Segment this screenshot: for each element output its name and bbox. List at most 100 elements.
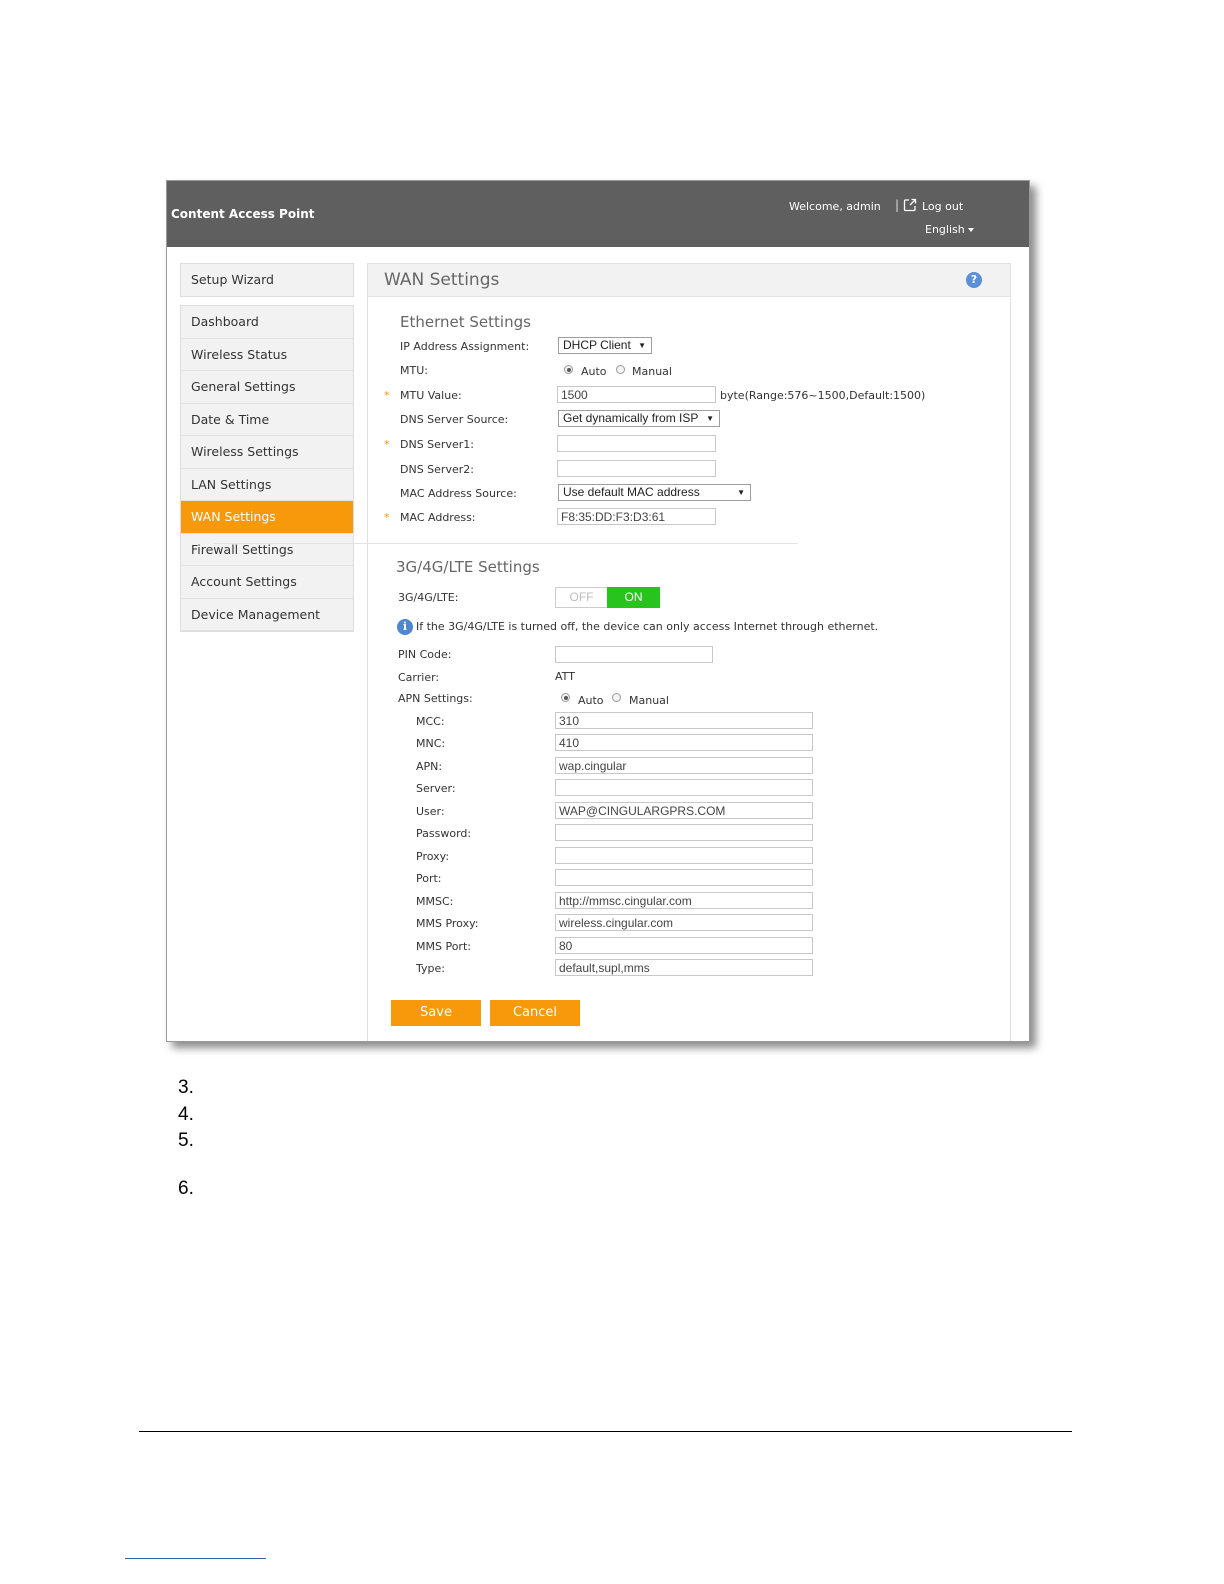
- mtu-label: MTU:: [400, 364, 428, 377]
- dns-server1-input[interactable]: [557, 435, 716, 452]
- step-number: 4.: [178, 1104, 194, 1125]
- welcome-text: Welcome, admin: [789, 200, 881, 213]
- proxy-input[interactable]: [555, 847, 813, 864]
- dropdown-arrow-icon: ▼: [638, 341, 646, 350]
- user-label: User:: [416, 805, 445, 818]
- lte-toggle-on[interactable]: ON: [607, 587, 660, 608]
- mtu-range-hint: byte(Range:576~1500,Default:1500): [720, 389, 926, 402]
- mcc-input[interactable]: 310: [555, 712, 813, 729]
- sidebar-item-account-settings[interactable]: Account Settings: [181, 566, 353, 599]
- logout-link[interactable]: Log out: [903, 198, 963, 215]
- lte-toggle[interactable]: OFF ON: [555, 587, 660, 608]
- server-input[interactable]: [555, 779, 813, 796]
- language-selector[interactable]: English: [925, 223, 974, 236]
- mms-port-input[interactable]: 80: [555, 937, 813, 954]
- info-icon: i: [397, 619, 413, 635]
- proxy-label: Proxy:: [416, 850, 450, 863]
- sidebar-item-date-time[interactable]: Date & Time: [181, 404, 353, 436]
- sidebar-item-device-management[interactable]: Device Management: [181, 599, 353, 631]
- help-icon[interactable]: ?: [966, 272, 982, 288]
- panel-header: WAN Settings ?: [368, 264, 1010, 297]
- mac-source-label: MAC Address Source:: [400, 487, 517, 500]
- lte-toggle-off[interactable]: OFF: [555, 587, 607, 608]
- sidebar-item-general-settings[interactable]: General Settings: [181, 371, 353, 404]
- sidebar-item-wan-settings[interactable]: WAN Settings: [181, 501, 353, 534]
- section-divider: [214, 543, 798, 544]
- dns-source-value: Get dynamically from ISP: [563, 411, 699, 425]
- mcc-label: MCC:: [416, 715, 445, 728]
- sidebar-item-wireless-status[interactable]: Wireless Status: [181, 339, 353, 371]
- sidebar-item-lan-settings[interactable]: LAN Settings: [181, 469, 353, 501]
- mnc-input[interactable]: 410: [555, 734, 813, 751]
- pin-code-label: PIN Code:: [398, 648, 452, 661]
- mtu-auto-label: Auto: [581, 365, 607, 378]
- sidebar-item-firewall-settings[interactable]: Firewall Settings: [181, 534, 353, 566]
- password-input[interactable]: [555, 824, 813, 841]
- port-input[interactable]: [555, 869, 813, 886]
- logout-icon: [903, 198, 917, 215]
- sidebar-item-wireless-settings[interactable]: Wireless Settings: [181, 436, 353, 469]
- page-rule: [139, 1431, 1072, 1432]
- sidebar-item-setup-wizard[interactable]: Setup Wizard: [181, 264, 353, 296]
- dns-server2-label: DNS Server2:: [400, 463, 474, 476]
- chevron-down-icon: [967, 228, 974, 232]
- lte-toggle-label: 3G/4G/LTE:: [398, 591, 459, 604]
- apn-input[interactable]: wap.cingular: [555, 757, 813, 774]
- mmsc-input[interactable]: http://mmsc.cingular.com: [555, 892, 813, 909]
- user-input[interactable]: WAP@CINGULARGPRS.COM: [555, 802, 813, 819]
- mms-proxy-input[interactable]: wireless.cingular.com: [555, 914, 813, 931]
- dropdown-arrow-icon: ▼: [706, 414, 714, 423]
- mac-source-select[interactable]: Use default MAC address ▼: [558, 484, 751, 501]
- mms-proxy-label: MMS Proxy:: [416, 917, 479, 930]
- mtu-auto-radio[interactable]: [564, 365, 573, 374]
- dns-server2-input[interactable]: [557, 460, 716, 477]
- ip-assignment-select[interactable]: DHCP Client ▼: [558, 337, 652, 354]
- mac-address-input[interactable]: F8:35:DD:F3:D3:61: [557, 508, 716, 525]
- ethernet-heading: Ethernet Settings: [400, 313, 531, 331]
- ip-assignment-value: DHCP Client: [563, 338, 631, 352]
- apn-label: APN:: [416, 760, 443, 773]
- sidebar-item-dashboard[interactable]: Dashboard: [181, 306, 353, 339]
- server-label: Server:: [416, 782, 456, 795]
- mtu-manual-label: Manual: [632, 365, 672, 378]
- port-label: Port:: [416, 872, 442, 885]
- mms-port-label: MMS Port:: [416, 940, 471, 953]
- sidebar-setup-wizard[interactable]: Setup Wizard: [180, 263, 354, 297]
- mac-source-value: Use default MAC address: [563, 485, 700, 499]
- mtu-value-input[interactable]: 1500: [557, 386, 716, 403]
- cancel-button[interactable]: Cancel: [490, 1000, 580, 1026]
- dns-source-select[interactable]: Get dynamically from ISP ▼: [558, 410, 720, 427]
- apn-auto-radio[interactable]: [561, 693, 570, 702]
- required-marker: *: [384, 389, 390, 402]
- brand-title: Content Access Point: [171, 207, 315, 221]
- carrier-label: Carrier:: [398, 671, 440, 684]
- pin-code-input[interactable]: [555, 646, 713, 663]
- ip-assignment-label: IP Address Assignment:: [400, 340, 530, 353]
- save-button[interactable]: Save: [391, 1000, 481, 1026]
- type-label: Type:: [416, 962, 445, 975]
- logout-label: Log out: [922, 200, 964, 213]
- mmsc-label: MMSC:: [416, 895, 454, 908]
- required-marker: *: [384, 438, 390, 451]
- header-separator: |: [895, 198, 900, 212]
- sidebar-menu: Dashboard Wireless Status General Settings…: [180, 305, 354, 632]
- apn-settings-label: APN Settings:: [398, 692, 473, 705]
- lte-heading: 3G/4G/LTE Settings: [396, 558, 540, 576]
- dns-source-label: DNS Server Source:: [400, 413, 509, 426]
- step-number: 3.: [178, 1077, 194, 1098]
- password-label: Password:: [416, 827, 472, 840]
- required-marker: *: [384, 511, 390, 524]
- apn-manual-radio[interactable]: [612, 693, 621, 702]
- step-number: 6.: [178, 1178, 194, 1199]
- page-title: WAN Settings: [384, 270, 500, 290]
- type-input[interactable]: default,supl,mms: [555, 959, 813, 976]
- mtu-manual-radio[interactable]: [616, 365, 625, 374]
- step-number: 5.: [178, 1130, 194, 1151]
- mac-address-label: MAC Address:: [400, 511, 476, 524]
- footnote-rule: [125, 1558, 266, 1559]
- top-bar: Content Access Point Welcome, admin | Lo…: [167, 181, 1029, 247]
- mtu-value-label: MTU Value:: [400, 389, 462, 402]
- dropdown-arrow-icon: ▼: [737, 488, 745, 497]
- apn-manual-label: Manual: [629, 694, 669, 707]
- apn-auto-label: Auto: [578, 694, 604, 707]
